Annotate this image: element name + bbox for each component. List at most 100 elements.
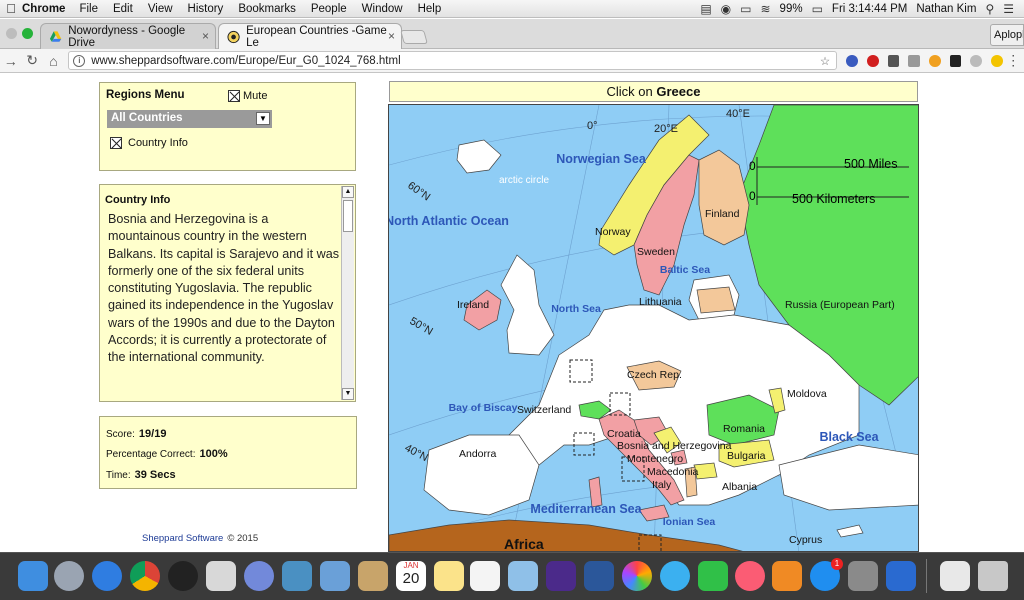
finder-icon[interactable]: [18, 561, 48, 591]
country-info-checkbox[interactable]: [110, 137, 122, 149]
chrome-menu-icon[interactable]: ⋮: [1003, 52, 1024, 69]
battery-icon[interactable]: ▭: [812, 2, 823, 16]
info-icon[interactable]: i: [73, 54, 86, 67]
menu-people[interactable]: People: [311, 3, 347, 15]
close-window-icon[interactable]: [6, 28, 17, 39]
extension-red-icon[interactable]: [866, 54, 879, 67]
menu-file[interactable]: File: [79, 3, 98, 15]
scroll-up-icon[interactable]: ▲: [342, 186, 354, 198]
reload-icon[interactable]: ↻: [21, 52, 42, 69]
label-north-sea: North Sea: [551, 303, 601, 315]
word-icon[interactable]: [584, 561, 614, 591]
extension-grid-icon[interactable]: [949, 54, 962, 67]
dropdown-arrow-icon[interactable]: ▼: [256, 112, 270, 125]
scroll-down-icon[interactable]: ▼: [342, 388, 354, 400]
airplay-icon[interactable]: ▭: [740, 2, 751, 16]
maps-icon[interactable]: [508, 561, 538, 591]
ibooks-icon[interactable]: [772, 561, 802, 591]
url-text[interactable]: www.sheppardsoftware.com/Europe/Eur_G0_1…: [91, 55, 400, 67]
mute-toggle[interactable]: Mute: [228, 90, 267, 102]
cloud-status-icon[interactable]: ▤: [700, 2, 711, 16]
label-czech-rep: Czech Rep.: [627, 369, 682, 381]
menu-view[interactable]: View: [148, 3, 173, 15]
mute-checkbox[interactable]: [228, 90, 240, 102]
clock[interactable]: Fri 3:14:44 PM: [832, 3, 907, 15]
menu-window[interactable]: Window: [362, 3, 403, 15]
menu-help[interactable]: Help: [418, 3, 442, 15]
quicktime-icon[interactable]: [886, 561, 916, 591]
discord-icon[interactable]: [244, 561, 274, 591]
sheppard-favicon-icon: [227, 30, 240, 43]
app-store-icon[interactable]: 1: [810, 558, 843, 591]
menu-edit[interactable]: Edit: [113, 3, 133, 15]
extension-moon-icon[interactable]: [970, 54, 982, 67]
bookmark-star-icon[interactable]: ☆: [820, 54, 830, 68]
virtualbox-icon[interactable]: [282, 561, 312, 591]
label-croatia: Croatia: [607, 428, 641, 440]
country-info-toggle[interactable]: Country Info: [110, 137, 188, 149]
tab-google-drive[interactable]: Nowordyness - Google Drive ×: [40, 23, 216, 49]
region-select[interactable]: All Countries ▼: [107, 110, 272, 128]
credit-link[interactable]: Sheppard Software: [142, 533, 223, 544]
extension-flag-icon[interactable]: [846, 54, 858, 67]
home-icon[interactable]: ⌂: [43, 53, 64, 69]
extension-orange-icon[interactable]: [928, 54, 941, 67]
facetime-icon[interactable]: [698, 561, 728, 591]
calendar-icon[interactable]: JAN 20: [396, 561, 426, 591]
spotlight-search-icon[interactable]: ⚲: [985, 2, 994, 16]
zoom-window-icon[interactable]: [22, 28, 33, 39]
photo-app-icon[interactable]: [320, 561, 350, 591]
europe-map-svg[interactable]: 0 0 500 Miles 500 Kilometers 0° 20°E 40°…: [389, 105, 919, 552]
launchpad-icon[interactable]: [54, 561, 84, 591]
extension-video-icon[interactable]: [887, 54, 900, 67]
imovie-icon[interactable]: [546, 561, 576, 591]
europe-map[interactable]: 0 0 500 Miles 500 Kilometers 0° 20°E 40°…: [388, 104, 919, 552]
preview-icon[interactable]: [206, 561, 236, 591]
close-tab-icon[interactable]: ×: [388, 29, 395, 43]
messages-icon[interactable]: [660, 561, 690, 591]
new-tab-button[interactable]: [400, 30, 428, 44]
system-preferences-icon[interactable]: [848, 561, 878, 591]
address-bar[interactable]: i www.sheppardsoftware.com/Europe/Eur_G0…: [68, 51, 838, 70]
trash-icon[interactable]: [978, 561, 1008, 591]
menu-app-name[interactable]: Chrome: [22, 3, 65, 15]
user-name[interactable]: Nathan Kim: [916, 3, 976, 15]
credit-line: Sheppard Software © 2015: [142, 533, 258, 544]
documents-stack-icon[interactable]: [940, 561, 970, 591]
extension-yellow-icon[interactable]: [990, 54, 1003, 67]
country-info-scrollbar[interactable]: ▲ ▼: [341, 186, 354, 400]
itunes-icon[interactable]: [735, 561, 765, 591]
contacts-icon[interactable]: [358, 561, 388, 591]
obs-icon[interactable]: [168, 561, 198, 591]
mute-label: Mute: [243, 90, 268, 102]
close-tab-icon[interactable]: ×: [202, 29, 209, 43]
record-icon[interactable]: ◉: [721, 2, 731, 16]
regions-menu-title: Regions Menu: [106, 89, 185, 101]
safari-icon[interactable]: [92, 561, 122, 591]
apple-icon[interactable]: : [0, 1, 22, 16]
menu-history[interactable]: History: [188, 3, 224, 15]
iberia-land[interactable]: [423, 434, 540, 516]
scale-miles: 500 Miles: [844, 157, 898, 171]
extension-gray-icon[interactable]: [908, 54, 920, 67]
wifi-icon[interactable]: ≋: [760, 2, 770, 16]
scroll-thumb[interactable]: [343, 200, 353, 232]
google-drive-icon: [49, 30, 62, 42]
lithuania-land[interactable]: [696, 286, 736, 314]
label-mediterranean: Mediterranean Sea: [530, 502, 642, 516]
reminders-icon[interactable]: [470, 561, 500, 591]
country-info-panel: Country Info Bosnia and Herzegovina is a…: [99, 184, 356, 402]
score-panel: Score: 19/19 Percentage Correct: 100% Time…: [99, 416, 357, 489]
notes-icon[interactable]: [434, 561, 464, 591]
chrome-icon[interactable]: [130, 561, 160, 591]
profile-button[interactable]: Aplopl: [990, 24, 1024, 46]
back-arrow-icon[interactable]: →: [0, 53, 21, 69]
label-sweden: Sweden: [637, 246, 675, 258]
notification-center-icon[interactable]: ☰: [1003, 2, 1014, 16]
tab-european-countries[interactable]: European Countries -Game Le ×: [218, 23, 402, 49]
label-moldova: Moldova: [787, 388, 827, 400]
menu-bookmarks[interactable]: Bookmarks: [238, 3, 296, 15]
photos-icon[interactable]: [622, 561, 652, 591]
time-value: 39 Secs: [134, 469, 176, 481]
scale-zero-km: 0: [749, 189, 756, 203]
